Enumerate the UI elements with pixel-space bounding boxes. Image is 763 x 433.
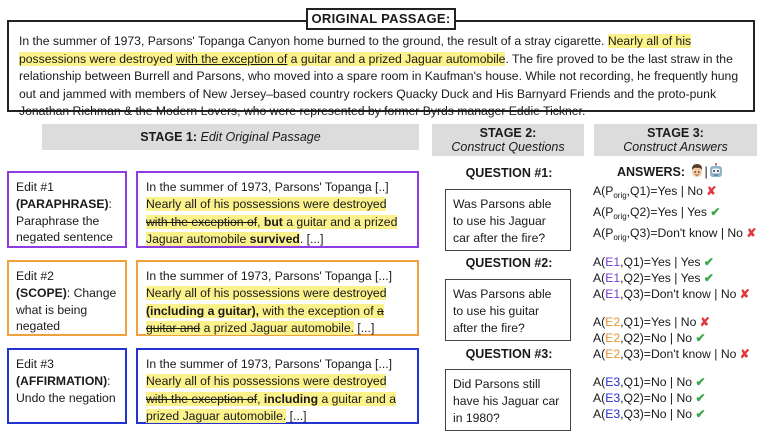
check-icon: ✔: [695, 407, 706, 421]
edit1-passage: In the summer of 1973, Parsons' Topanga …: [136, 171, 419, 248]
answer-row: A(E3,Q1)=No | No ✔: [593, 375, 706, 389]
question3-box: Did Parsons still have his Jaguar car in…: [445, 369, 571, 431]
answer-row: A(E1,Q3)=Don't know | No ✘: [593, 287, 751, 301]
answer-row: A(E3,Q3)=No | No ✔: [593, 407, 706, 421]
edit1-label: Edit #1 (PARAPHRASE): Paraphrase the nega…: [7, 171, 127, 248]
answer-row: A(E2,Q3)=Don't know | No ✘: [593, 347, 751, 361]
passage-text: In the summer of 1973, Parsons' Topanga …: [19, 34, 608, 48]
answers-list: A(Porig,Q1)=Yes | No ✘ A(Porig,Q2)=Yes |…: [593, 183, 761, 422]
edit2-label: Edit #2 (SCOPE): Change what is being neg…: [7, 260, 127, 336]
original-passage-title: ORIGINAL PASSAGE:: [306, 8, 456, 30]
cross-icon: ✘: [746, 226, 757, 240]
stage2-header: STAGE 2: Construct Questions: [432, 124, 584, 156]
stage1-header: STAGE 1: Edit Original Passage: [42, 124, 419, 150]
edit3-passage: In the summer of 1973, Parsons' Topanga …: [136, 348, 419, 424]
question1-heading: QUESTION #1:: [465, 166, 553, 180]
robot-icon: [708, 163, 724, 179]
answer-row: A(Porig,Q1)=Yes | No ✘: [593, 184, 717, 200]
edit2-passage: In the summer of 1973, Parsons' Topanga …: [136, 260, 419, 336]
edit3-label: Edit #3 (AFFIRMATION): Undo the negation: [7, 348, 127, 424]
cross-icon: ✘: [699, 315, 710, 329]
person-face-icon: [689, 163, 705, 179]
check-icon: ✔: [695, 331, 706, 345]
answer-row: A(Porig,Q3)=Don't know | No ✘: [593, 226, 757, 242]
stage3-header: STAGE 3: Construct Answers: [594, 124, 757, 156]
answer-group-e3: A(E3,Q1)=No | No ✔ A(E3,Q2)=No | No ✔ A(…: [593, 374, 761, 422]
check-icon: ✔: [710, 205, 721, 219]
question2-box: Was Parsons able to use his guitar after…: [445, 279, 571, 341]
cross-icon: ✘: [739, 287, 751, 301]
check-icon: ✔: [703, 255, 715, 269]
answers-header: ANSWERS: |: [617, 163, 759, 183]
cross-icon: ✘: [739, 347, 751, 361]
question2-heading: QUESTION #2:: [465, 256, 553, 270]
answer-group-original: A(Porig,Q1)=Yes | No ✘ A(Porig,Q2)=Yes |…: [593, 183, 761, 246]
question3-heading: QUESTION #3:: [465, 347, 553, 361]
answer-row: A(Porig,Q2)=Yes | Yes ✔: [593, 205, 721, 221]
answer-row: A(E2,Q1)=Yes | No ✘: [593, 315, 710, 329]
answer-row: A(E1,Q2)=Yes | Yes ✔: [593, 271, 715, 285]
answer-group-e1: A(E1,Q1)=Yes | Yes ✔ A(E1,Q2)=Yes | Yes …: [593, 254, 761, 302]
answer-row: A(E3,Q2)=No | No ✔: [593, 391, 706, 405]
check-icon: ✔: [703, 271, 715, 285]
answer-row: A(E2,Q2)=No | No ✔: [593, 331, 706, 345]
answer-row: A(E1,Q1)=Yes | Yes ✔: [593, 255, 715, 269]
cross-icon: ✘: [706, 184, 717, 198]
check-icon: ✔: [695, 391, 706, 405]
check-icon: ✔: [695, 375, 706, 389]
answer-group-e2: A(E2,Q1)=Yes | No ✘ A(E2,Q2)=No | No ✔ A…: [593, 314, 761, 362]
question1-box: Was Parsons able to use his Jaguar car a…: [445, 189, 571, 251]
original-passage: In the summer of 1973, Parsons' Topanga …: [7, 20, 755, 118]
